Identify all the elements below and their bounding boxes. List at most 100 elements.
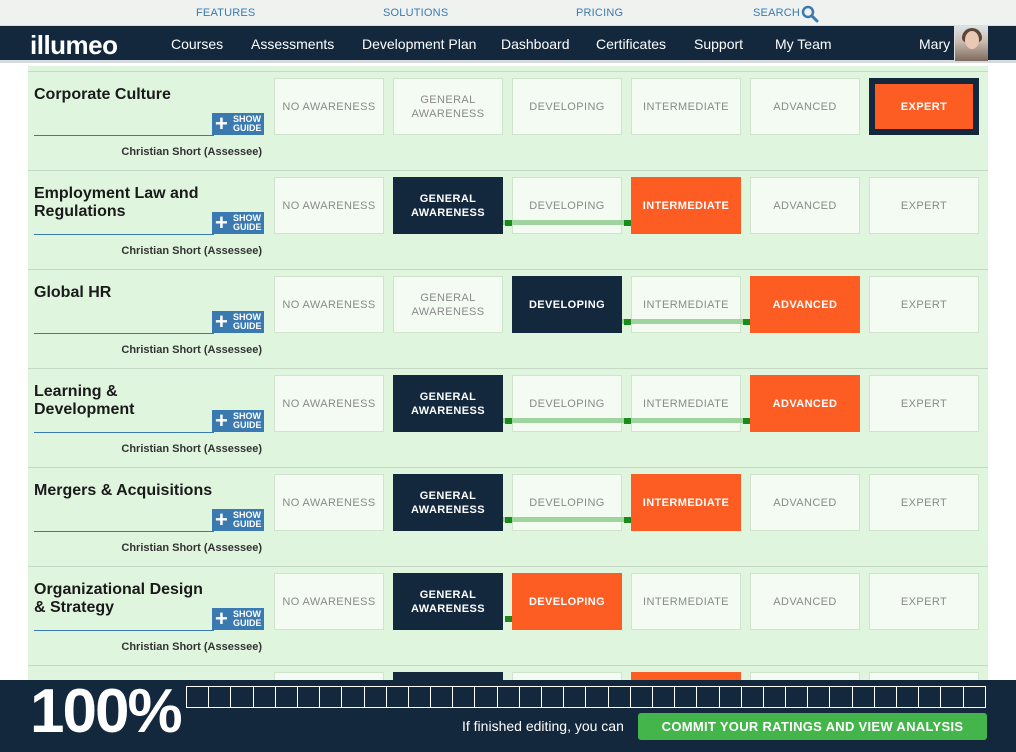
skill-title: Learning & Development (34, 383, 135, 418)
rating-option-expert[interactable]: EXPERT (869, 375, 979, 432)
nav-support[interactable]: Support (694, 36, 743, 52)
rating-option-advanced[interactable]: ADVANCED (750, 474, 860, 531)
rating-option-intermediate[interactable]: INTERMEDIATE (631, 78, 741, 135)
rating-option-developing[interactable]: DEVELOPING (512, 375, 622, 432)
rating-option-intermediate[interactable]: INTERMEDIATE (631, 276, 741, 333)
rating-option-expert[interactable]: EXPERT (869, 78, 979, 135)
progress-segment (320, 687, 343, 707)
show-guide-button[interactable]: + SHOW GUIDE (212, 509, 264, 531)
plus-icon: + (215, 210, 228, 235)
skill-row: Learning & Development + SHOW GUIDE Christia… (28, 368, 988, 467)
nav-assessments[interactable]: Assessments (251, 36, 334, 52)
gap-marker (624, 319, 631, 325)
show-guide-label: SHOW GUIDE (233, 213, 262, 232)
show-guide-button[interactable]: + SHOW GUIDE (212, 410, 264, 432)
skill-row: Organizational Design & Strategy + SHOW GUI… (28, 566, 988, 665)
search-icon[interactable] (801, 5, 819, 23)
show-guide-label: SHOW GUIDE (233, 411, 262, 430)
rating-option-developing[interactable]: DEVELOPING (512, 474, 622, 531)
progress-segment (365, 687, 387, 707)
skill-underline (34, 333, 214, 334)
skill-title: Employment Law and Regulations (34, 185, 199, 220)
progress-segment (941, 687, 964, 707)
rating-option-no-awareness[interactable]: NO AWARENESS (274, 474, 384, 531)
progress-segment (720, 687, 742, 707)
rating-option-intermediate[interactable]: INTERMEDIATE (631, 177, 741, 234)
user-name[interactable]: Mary (919, 36, 950, 52)
rating-option-no-awareness[interactable]: NO AWARENESS (274, 573, 384, 630)
progress-segment (786, 687, 809, 707)
skill-underline (34, 531, 214, 532)
show-guide-label: SHOW GUIDE (233, 609, 262, 628)
show-guide-label: SHOW GUIDE (233, 510, 262, 529)
skill-title: Mergers & Acquisitions (34, 482, 213, 499)
rating-option-no-awareness[interactable]: NO AWARENESS (274, 177, 384, 234)
rating-option-expert[interactable]: EXPERT (869, 474, 979, 531)
nav-development-plan[interactable]: Development Plan (362, 36, 476, 52)
progress-segment (475, 687, 498, 707)
rating-option-advanced[interactable]: ADVANCED (750, 276, 860, 333)
rating-option-intermediate[interactable]: INTERMEDIATE (631, 375, 741, 432)
progress-segment (231, 687, 254, 707)
show-guide-button[interactable]: + SHOW GUIDE (212, 113, 264, 135)
plus-icon: + (215, 507, 228, 532)
rating-option-general-awareness[interactable]: GENERAL AWARENESS (393, 573, 503, 630)
rating-option-general-awareness[interactable]: GENERAL AWARENESS (393, 78, 503, 135)
show-guide-label: SHOW GUIDE (233, 312, 262, 331)
progress-segment (542, 687, 565, 707)
progress-segment (853, 687, 875, 707)
rating-option-general-awareness[interactable]: GENERAL AWARENESS (393, 276, 503, 333)
rating-option-no-awareness[interactable]: NO AWARENESS (274, 276, 384, 333)
nav-courses[interactable]: Courses (171, 36, 223, 52)
rating-option-developing[interactable]: DEVELOPING (512, 573, 622, 630)
rating-option-advanced[interactable]: ADVANCED (750, 177, 860, 234)
skill-title: Organizational Design & Strategy (34, 581, 203, 616)
search-link[interactable]: SEARCH (753, 7, 800, 19)
illumeo-logo[interactable]: illumeo (30, 30, 118, 60)
nav-dashboard[interactable]: Dashboard (501, 36, 570, 52)
progress-segment (453, 687, 476, 707)
skill-rating-list: Corporate Culture + SHOW GUIDE Christian Sho… (28, 66, 988, 686)
plus-icon: + (215, 606, 228, 631)
gap-marker (505, 616, 512, 622)
rating-option-intermediate[interactable]: INTERMEDIATE (631, 474, 741, 531)
assessee-name: Christian Short (Assessee) (121, 146, 262, 158)
user-avatar[interactable] (954, 26, 988, 61)
show-guide-button[interactable]: + SHOW GUIDE (212, 311, 264, 333)
rating-option-no-awareness[interactable]: NO AWARENESS (274, 375, 384, 432)
rating-option-expert[interactable]: EXPERT (869, 177, 979, 234)
commit-ratings-button[interactable]: COMMIT YOUR RATINGS AND VIEW ANALYSIS (638, 713, 987, 740)
rating-option-advanced[interactable]: ADVANCED (750, 375, 860, 432)
rating-option-developing[interactable]: DEVELOPING (512, 78, 622, 135)
assessee-name: Christian Short (Assessee) (121, 542, 262, 554)
main-nav: illumeo Courses Assessments Development … (0, 26, 1016, 63)
completion-progress-bar (186, 686, 986, 708)
skill-row: Global HR + SHOW GUIDE Christian Short (Asse… (28, 269, 988, 368)
rating-option-general-awareness[interactable]: GENERAL AWARENESS (393, 177, 503, 234)
rating-option-advanced[interactable]: ADVANCED (750, 573, 860, 630)
nav-certificates[interactable]: Certificates (596, 36, 666, 52)
rating-option-no-awareness[interactable]: NO AWARENESS (274, 78, 384, 135)
progress-segment (808, 687, 831, 707)
show-guide-button[interactable]: + SHOW GUIDE (212, 212, 264, 234)
progress-segment (675, 687, 698, 707)
rating-option-developing[interactable]: DEVELOPING (512, 177, 622, 234)
rating-option-advanced[interactable]: ADVANCED (750, 78, 860, 135)
rating-option-expert[interactable]: EXPERT (869, 276, 979, 333)
features-link[interactable]: FEATURES (196, 7, 255, 19)
progress-segment (209, 687, 232, 707)
plus-icon: + (215, 111, 228, 136)
rating-option-developing[interactable]: DEVELOPING (512, 276, 622, 333)
solutions-link[interactable]: SOLUTIONS (383, 7, 448, 19)
rating-option-general-awareness[interactable]: GENERAL AWARENESS (393, 474, 503, 531)
gap-marker (624, 517, 631, 523)
rating-option-intermediate[interactable]: INTERMEDIATE (631, 573, 741, 630)
rating-option-expert[interactable]: EXPERT (869, 573, 979, 630)
show-guide-button[interactable]: + SHOW GUIDE (212, 608, 264, 630)
rating-option-general-awareness[interactable]: GENERAL AWARENESS (393, 375, 503, 432)
gap-marker (743, 418, 750, 424)
pricing-link[interactable]: PRICING (576, 7, 623, 19)
nav-my-team[interactable]: My Team (775, 36, 832, 52)
progress-segment (830, 687, 853, 707)
commit-footer: 100% If finished editing, you can COMMIT… (0, 677, 1016, 752)
